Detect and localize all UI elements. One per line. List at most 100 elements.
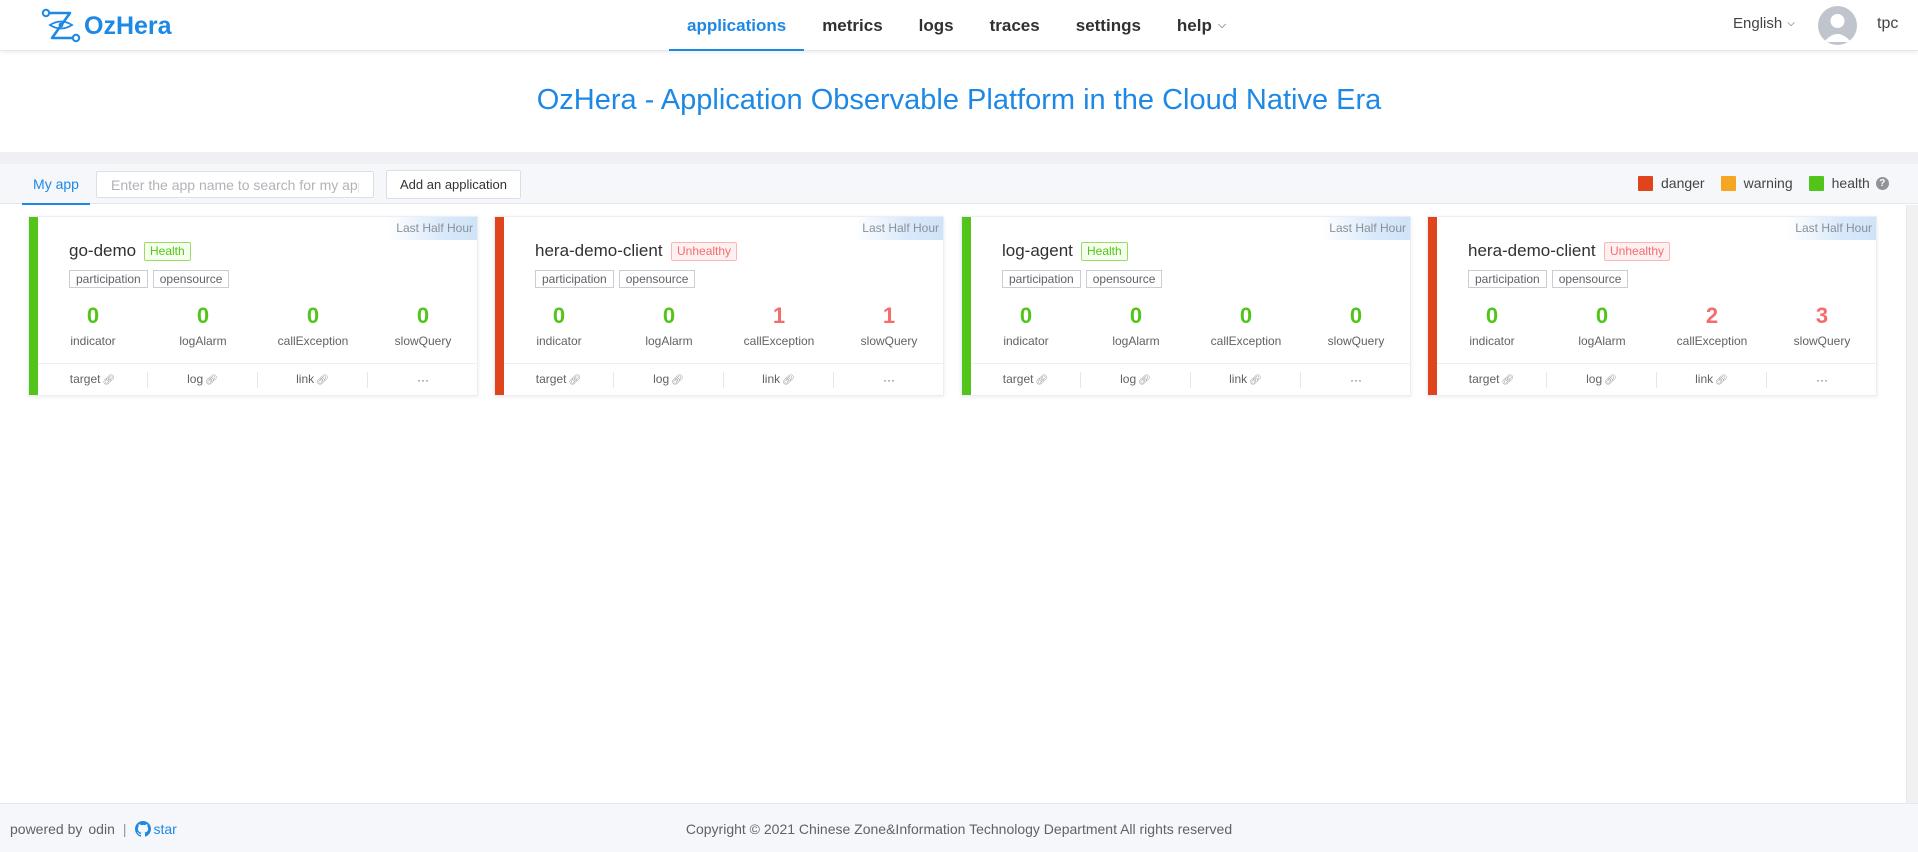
metric-value: 2 (1705, 303, 1719, 328)
metric-logAlarm[interactable]: 0 logAlarm (614, 303, 724, 348)
scrollbar-track[interactable] (1906, 205, 1918, 803)
link-icon: 🔗︎ (102, 375, 116, 386)
metric-row: 0 indicator 0 logAlarm 2 callException 3 (1437, 303, 1877, 348)
trace-link[interactable]: link 🔗︎ (258, 372, 368, 388)
tag-participation: participation (535, 270, 614, 288)
link-icon: 🔗︎ (1501, 375, 1515, 386)
metric-slowQuery[interactable]: 0 slowQuery (368, 303, 478, 348)
log-link[interactable]: log 🔗︎ (1547, 372, 1657, 388)
link-label: link (1229, 372, 1248, 386)
link-label: ··· (417, 373, 429, 387)
nav-metrics[interactable]: metrics (804, 0, 900, 51)
metric-slowQuery[interactable]: 1 slowQuery (834, 303, 944, 348)
app-name[interactable]: log-agent (1002, 241, 1073, 261)
nav-help[interactable]: help ⌵ (1159, 0, 1244, 51)
link-label: log (187, 372, 204, 386)
app-toolbar: My app Add an application danger warning… (0, 164, 1918, 205)
link-label: link (762, 372, 781, 386)
trace-link[interactable]: link 🔗︎ (1657, 372, 1767, 388)
app-card[interactable]: Last Half Hour hera-demo-client Unhealthy p… (1427, 216, 1877, 396)
status-badge: Health (1081, 242, 1128, 261)
nav-label: metrics (822, 16, 883, 35)
username[interactable]: tpc (1877, 15, 1898, 33)
health-stripe (29, 217, 38, 395)
app-name[interactable]: go-demo (69, 241, 136, 261)
metric-value: 0 (1239, 303, 1253, 328)
link-icon: 🔗︎ (1715, 375, 1728, 386)
card-action-links: target 🔗︎ log 🔗︎ link 🔗︎ ··· (1437, 363, 1877, 396)
trace-link[interactable]: link 🔗︎ (1191, 372, 1301, 388)
tag-opensource: opensource (1551, 270, 1629, 288)
legend-swatch-warning (1720, 175, 1736, 191)
more-link[interactable]: ··· (1301, 373, 1411, 387)
legend-swatch-danger (1638, 175, 1653, 191)
tab-my-app[interactable]: My app (22, 164, 90, 205)
link-label: link (1695, 372, 1714, 386)
metric-value: 0 (1349, 303, 1363, 328)
hero-banner: OzHera - Application Observable Platform… (0, 52, 1918, 152)
avatar[interactable] (1818, 6, 1857, 45)
metric-indicator[interactable]: 0 indicator (1437, 303, 1547, 348)
link-label: log (1586, 372, 1603, 386)
metric-callException[interactable]: 0 callException (1191, 303, 1301, 348)
app-search-input[interactable] (96, 171, 374, 198)
link-icon: 🔗︎ (1035, 375, 1049, 386)
metric-callException[interactable]: 2 callException (1657, 303, 1767, 348)
nav-label: applications (687, 16, 787, 35)
chevron-down-icon: ⌵ (1217, 19, 1227, 31)
metric-logAlarm[interactable]: 0 logAlarm (148, 303, 258, 348)
app-name[interactable]: hera-demo-client (1468, 241, 1596, 261)
log-link[interactable]: log 🔗︎ (614, 372, 724, 388)
section-divider (0, 152, 1918, 164)
metric-slowQuery[interactable]: 3 slowQuery (1767, 303, 1877, 348)
link-label: target (1468, 372, 1500, 386)
nav-applications[interactable]: applications (669, 0, 805, 51)
target-link[interactable]: target 🔗︎ (1437, 372, 1547, 388)
question-circle-icon[interactable]: ? (1875, 176, 1889, 190)
health-stripe (962, 217, 971, 395)
target-link[interactable]: target 🔗︎ (38, 372, 148, 388)
status-legend: danger warning health ? (1638, 175, 1889, 191)
metric-label: logAlarm (645, 334, 693, 348)
card-action-links: target 🔗︎ log 🔗︎ link 🔗︎ ··· (971, 363, 1411, 396)
tag-list: participation opensource (69, 270, 234, 288)
metric-label: callException (743, 334, 815, 348)
more-link[interactable]: ··· (368, 373, 478, 387)
metric-label: callException (1676, 334, 1748, 348)
nav-settings[interactable]: settings (1058, 0, 1159, 51)
metric-row: 0 indicator 0 logAlarm 1 callException 1 (504, 303, 944, 348)
time-range-label: Last Half Hour (854, 217, 943, 240)
app-card[interactable]: Last Half Hour log-agent Health participati… (961, 216, 1411, 396)
link-icon: 🔗︎ (568, 375, 582, 386)
language-selector[interactable]: English ⌵ (1733, 15, 1795, 32)
brand-logo[interactable]: OzHera (40, 8, 172, 44)
link-label: target (1002, 372, 1034, 386)
tag-participation: participation (1468, 270, 1547, 288)
log-link[interactable]: log 🔗︎ (148, 372, 258, 388)
metric-callException[interactable]: 0 callException (258, 303, 368, 348)
metric-label: indicator (1469, 334, 1515, 348)
nav-traces[interactable]: traces (972, 0, 1058, 51)
more-link[interactable]: ··· (1767, 373, 1877, 387)
app-card[interactable]: Last Half Hour hera-demo-client Unhealthy p… (494, 216, 944, 396)
metric-slowQuery[interactable]: 0 slowQuery (1301, 303, 1411, 348)
app-card[interactable]: Last Half Hour go-demo Health participation… (28, 216, 478, 396)
metric-indicator[interactable]: 0 indicator (38, 303, 148, 348)
log-link[interactable]: log 🔗︎ (1081, 372, 1191, 388)
metric-indicator[interactable]: 0 indicator (504, 303, 614, 348)
link-icon: 🔗︎ (1249, 375, 1262, 386)
link-icon: 🔗︎ (205, 375, 218, 386)
metric-indicator[interactable]: 0 indicator (971, 303, 1081, 348)
metric-logAlarm[interactable]: 0 logAlarm (1547, 303, 1657, 348)
trace-link[interactable]: link 🔗︎ (724, 372, 834, 388)
metric-logAlarm[interactable]: 0 logAlarm (1081, 303, 1191, 348)
target-link[interactable]: target 🔗︎ (971, 372, 1081, 388)
more-link[interactable]: ··· (834, 373, 944, 387)
app-name[interactable]: hera-demo-client (535, 241, 663, 261)
metric-value: 0 (1595, 303, 1609, 328)
nav-logs[interactable]: logs (901, 0, 972, 51)
target-link[interactable]: target 🔗︎ (504, 372, 614, 388)
add-application-button[interactable]: Add an application (386, 170, 521, 199)
metric-callException[interactable]: 1 callException (724, 303, 834, 348)
status-badge: Unhealthy (1604, 242, 1671, 261)
